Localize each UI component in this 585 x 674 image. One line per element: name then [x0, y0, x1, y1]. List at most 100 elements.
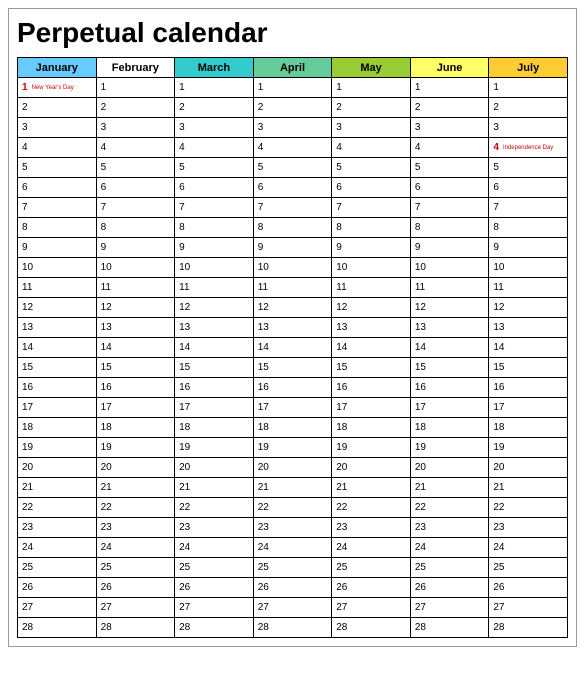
- day-number: 20: [258, 462, 269, 473]
- day-cell: 16: [96, 378, 175, 398]
- day-number: 15: [493, 362, 504, 373]
- day-row: 13131313131313: [18, 318, 568, 338]
- day-cell: 4: [253, 138, 332, 158]
- day-number: 8: [258, 222, 264, 233]
- day-row: 28282828282828: [18, 618, 568, 638]
- day-number: 18: [101, 422, 112, 433]
- day-number: 5: [22, 162, 28, 173]
- day-cell: 18: [410, 418, 489, 438]
- day-cell: 18: [332, 418, 411, 438]
- day-number: 10: [258, 262, 269, 273]
- day-cell: 7: [489, 198, 568, 218]
- day-number: 13: [179, 322, 190, 333]
- day-number: 12: [493, 302, 504, 313]
- day-number: 18: [179, 422, 190, 433]
- day-cell: 15: [18, 358, 97, 378]
- day-number: 3: [336, 122, 342, 133]
- day-number: 6: [336, 182, 342, 193]
- day-cell: 7: [175, 198, 254, 218]
- day-number: 21: [179, 482, 190, 493]
- day-number: 14: [22, 342, 33, 353]
- day-number: 25: [258, 562, 269, 573]
- day-cell: 10: [175, 258, 254, 278]
- day-cell: 16: [18, 378, 97, 398]
- day-number: 7: [179, 202, 185, 213]
- day-cell: 8: [332, 218, 411, 238]
- day-number: 4: [493, 142, 499, 153]
- day-number: 25: [101, 562, 112, 573]
- day-number: 6: [22, 182, 28, 193]
- day-number: 5: [415, 162, 421, 173]
- day-cell: 6: [253, 178, 332, 198]
- page-title: Perpetual calendar: [17, 17, 568, 49]
- day-row: 18181818181818: [18, 418, 568, 438]
- day-cell: 3: [175, 118, 254, 138]
- day-number: 1: [415, 82, 421, 93]
- day-number: 2: [179, 102, 185, 113]
- day-cell: 9: [489, 238, 568, 258]
- day-number: 15: [101, 362, 112, 373]
- day-cell: 5: [410, 158, 489, 178]
- day-cell: 10: [18, 258, 97, 278]
- day-number: 3: [101, 122, 107, 133]
- day-cell: 19: [489, 438, 568, 458]
- day-number: 17: [101, 402, 112, 413]
- month-header: July: [489, 58, 568, 78]
- day-number: 8: [179, 222, 185, 233]
- day-row: 19191919191919: [18, 438, 568, 458]
- holiday-label: Independence Day: [503, 145, 565, 151]
- day-number: 11: [179, 282, 189, 293]
- day-number: 4: [179, 142, 185, 153]
- day-cell: 9: [18, 238, 97, 258]
- day-number: 11: [493, 282, 503, 293]
- day-number: 11: [22, 282, 32, 293]
- day-cell: 7: [332, 198, 411, 218]
- calendar-table: JanuaryFebruaryMarchAprilMayJuneJuly 1Ne…: [17, 57, 568, 638]
- day-cell: 19: [253, 438, 332, 458]
- day-cell: 15: [410, 358, 489, 378]
- day-number: 18: [415, 422, 426, 433]
- day-number: 15: [22, 362, 33, 373]
- day-number: 21: [22, 482, 33, 493]
- day-number: 19: [22, 442, 33, 453]
- day-row: 14141414141414: [18, 338, 568, 358]
- day-cell: 20: [18, 458, 97, 478]
- day-cell: 7: [410, 198, 489, 218]
- day-cell: 7: [96, 198, 175, 218]
- day-cell: 3: [253, 118, 332, 138]
- day-cell: 25: [410, 558, 489, 578]
- day-number: 18: [493, 422, 504, 433]
- day-cell: 28: [410, 618, 489, 638]
- day-number: 11: [415, 282, 425, 293]
- day-number: 22: [493, 502, 504, 513]
- day-number: 2: [258, 102, 264, 113]
- day-number: 7: [101, 202, 107, 213]
- day-number: 21: [101, 482, 112, 493]
- day-row: 2222222: [18, 98, 568, 118]
- day-cell: 9: [253, 238, 332, 258]
- day-number: 13: [415, 322, 426, 333]
- day-number: 24: [415, 542, 426, 553]
- day-cell: 13: [18, 318, 97, 338]
- day-number: 14: [101, 342, 112, 353]
- day-row: 22222222222222: [18, 498, 568, 518]
- day-number: 21: [415, 482, 426, 493]
- day-number: 25: [493, 562, 504, 573]
- day-number: 27: [415, 602, 426, 613]
- day-cell: 18: [253, 418, 332, 438]
- day-number: 17: [179, 402, 190, 413]
- day-cell: 8: [175, 218, 254, 238]
- day-cell: 6: [332, 178, 411, 198]
- day-row: 4444444Independence Day: [18, 138, 568, 158]
- day-cell: 5: [489, 158, 568, 178]
- day-cell: 27: [489, 598, 568, 618]
- day-cell: 11: [410, 278, 489, 298]
- day-number: 14: [258, 342, 269, 353]
- day-cell: 22: [96, 498, 175, 518]
- day-number: 27: [258, 602, 269, 613]
- day-number: 8: [101, 222, 107, 233]
- day-cell: 27: [410, 598, 489, 618]
- day-cell: 28: [175, 618, 254, 638]
- day-cell: 11: [332, 278, 411, 298]
- day-number: 10: [336, 262, 347, 273]
